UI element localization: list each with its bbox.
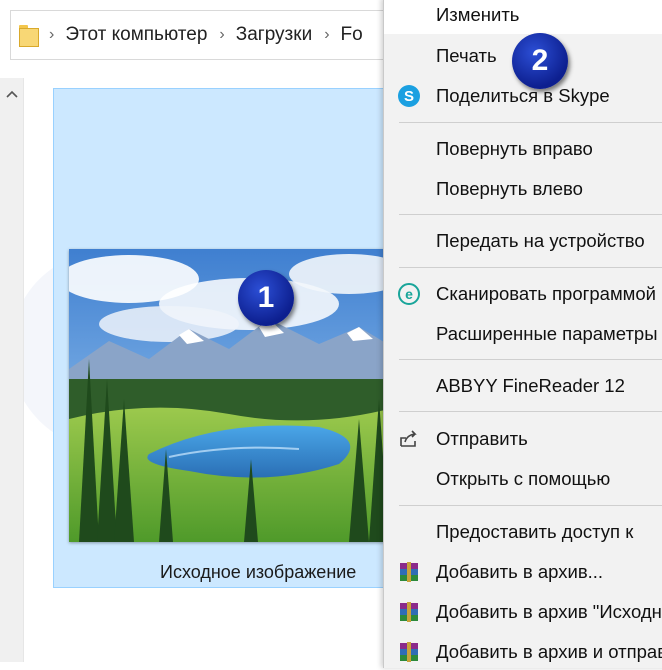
menu-item-scan[interactable]: e Сканировать программой xyxy=(384,276,662,312)
menu-item-cast-to-device[interactable]: Передать на устройство xyxy=(384,223,662,259)
menu-item-add-to-archive-and-send[interactable]: Добавить в архив и отправ xyxy=(384,634,662,670)
menu-item-label: Поделиться в Skype xyxy=(436,85,610,106)
menu-separator xyxy=(399,359,662,360)
menu-item-edit[interactable]: Изменить xyxy=(384,0,662,34)
menu-separator xyxy=(399,122,662,123)
menu-item-rotate-right[interactable]: Повернуть вправо xyxy=(384,131,662,167)
menu-item-give-access[interactable]: Предоставить доступ к xyxy=(384,514,662,550)
menu-separator xyxy=(399,267,662,268)
menu-item-label: Расширенные параметры xyxy=(436,323,658,344)
folder-icon xyxy=(19,23,39,47)
winrar-icon xyxy=(398,601,420,623)
breadcrumb-this-pc[interactable]: Этот компьютер xyxy=(65,24,207,46)
winrar-icon xyxy=(398,561,420,583)
menu-item-abbyy-finereader[interactable]: ABBYY FineReader 12 xyxy=(384,368,662,404)
winrar-icon xyxy=(398,641,420,663)
menu-item-label: Отправить xyxy=(436,428,528,449)
chevron-right-icon: › xyxy=(49,26,55,43)
breadcrumb-folder[interactable]: Fo xyxy=(341,24,363,46)
menu-item-label: Повернуть вправо xyxy=(436,138,593,159)
menu-item-label: Изменить xyxy=(436,4,520,25)
menu-item-label: Открыть с помощью xyxy=(436,468,611,489)
menu-item-add-to-named-archive[interactable]: Добавить в архив "Исходн xyxy=(384,594,662,630)
menu-separator xyxy=(399,505,662,506)
menu-item-label: Добавить в архив и отправ xyxy=(436,641,662,662)
step-badge-1: 1 xyxy=(238,270,294,326)
menu-item-label: Повернуть влево xyxy=(436,178,583,199)
menu-item-label: ABBYY FineReader 12 xyxy=(436,375,625,396)
menu-separator xyxy=(399,214,662,215)
breadcrumb-downloads[interactable]: Загрузки xyxy=(236,24,312,46)
step-badge-number: 2 xyxy=(531,44,549,77)
menu-item-label: Печать xyxy=(436,45,497,66)
menu-item-send-to[interactable]: Отправить xyxy=(384,421,662,457)
menu-item-advanced-options[interactable]: Расширенные параметры xyxy=(384,316,662,352)
scroll-up-arrow-icon[interactable] xyxy=(0,82,24,106)
menu-item-rotate-left[interactable]: Повернуть влево xyxy=(384,171,662,207)
address-bar[interactable]: › Этот компьютер › Загрузки › Fo xyxy=(10,10,410,60)
vertical-scrollbar[interactable] xyxy=(0,78,24,662)
chevron-right-icon: › xyxy=(219,26,225,43)
context-menu: Изменить Печать S Поделиться в Skype Пов… xyxy=(383,0,662,668)
menu-item-open-with[interactable]: Открыть с помощью xyxy=(384,461,662,497)
menu-item-label: Сканировать программой xyxy=(436,283,657,304)
menu-item-label: Передать на устройство xyxy=(436,230,645,251)
menu-item-add-to-archive[interactable]: Добавить в архив... xyxy=(384,554,662,590)
image-thumbnail[interactable] xyxy=(69,249,389,542)
chevron-right-icon: › xyxy=(324,26,330,43)
menu-item-label: Предоставить доступ к xyxy=(436,521,634,542)
eset-scan-icon: e xyxy=(398,283,420,305)
skype-icon: S xyxy=(398,85,420,107)
menu-item-label: Добавить в архив "Исходн xyxy=(436,601,662,622)
menu-item-label: Добавить в архив... xyxy=(436,561,604,582)
step-badge-number: 1 xyxy=(257,281,275,314)
menu-separator xyxy=(399,411,662,412)
share-icon xyxy=(398,428,420,450)
step-badge-2: 2 xyxy=(512,33,568,89)
file-name-label: Исходное изображение xyxy=(160,562,357,582)
